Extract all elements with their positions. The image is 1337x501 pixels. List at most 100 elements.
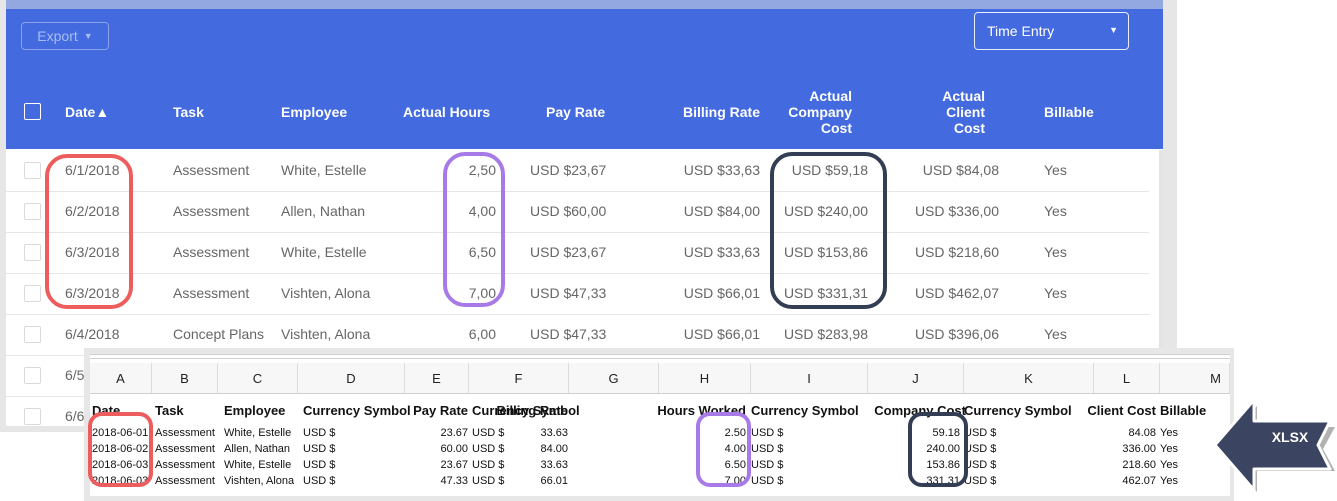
sheet-cell[interactable]: Yes: [1160, 443, 1178, 455]
sheet-cell[interactable]: USD $: [303, 443, 335, 455]
row-checkbox[interactable]: [24, 203, 41, 220]
sheet-cell[interactable]: USD $: [303, 459, 335, 471]
row-checkbox[interactable]: [24, 244, 41, 261]
sheet-header-cell[interactable]: Client Cost: [1087, 403, 1156, 418]
entry-type-value: Time Entry: [987, 23, 1055, 39]
column-letter-d[interactable]: D: [298, 363, 405, 393]
sheet-cell[interactable]: Assessment: [155, 443, 215, 455]
sheet-cell[interactable]: Vishten, Alona: [224, 475, 294, 487]
sheet-cell[interactable]: USD $: [964, 459, 996, 471]
sheet-cell[interactable]: 33.63: [540, 459, 568, 471]
row-checkbox[interactable]: [24, 326, 41, 343]
sheet-cell[interactable]: Yes: [1160, 459, 1178, 471]
row-checkbox[interactable]: [24, 408, 41, 425]
sheet-header-cell[interactable]: Currency Symbol: [964, 403, 1072, 418]
sheet-cell[interactable]: Yes: [1160, 475, 1178, 487]
sheet-header-cell[interactable]: Currency Symbol: [751, 403, 859, 418]
column-letter-m[interactable]: M: [1160, 363, 1230, 393]
sheet-cell[interactable]: 33.63: [540, 427, 568, 439]
sheet-cell[interactable]: USD $: [751, 459, 783, 471]
column-letter-k[interactable]: K: [964, 363, 1094, 393]
column-letter-header: ABCDEFGHIJKLM: [90, 363, 1230, 394]
sheet-cell[interactable]: 66.01: [540, 475, 568, 487]
table-header-bar: Export ▼ Time Entry ▼ Date▲ Task Employe…: [6, 9, 1163, 149]
column-letter-e[interactable]: E: [405, 363, 469, 393]
row-checkbox[interactable]: [24, 162, 41, 179]
sheet-cell[interactable]: USD $: [303, 475, 335, 487]
sheet-cell[interactable]: 84.08: [1128, 427, 1156, 439]
sheet-cell[interactable]: Assessment: [155, 459, 215, 471]
row-checkbox[interactable]: [24, 285, 41, 302]
sheet-cell[interactable]: 47.33: [440, 475, 468, 487]
column-header-actual-hours[interactable]: Actual Hours: [403, 104, 490, 120]
sheet-cell[interactable]: USD $: [472, 443, 504, 455]
sheet-cell[interactable]: Yes: [1160, 427, 1178, 439]
column-letter-b[interactable]: B: [152, 363, 218, 393]
sheet-cell[interactable]: USD $: [751, 443, 783, 455]
sheet-cell[interactable]: USD $: [472, 427, 504, 439]
table-row[interactable]: 6/3/2018 Assessment White, Estelle 6,50 USD …: [6, 232, 1149, 274]
sheet-header-cell[interactable]: Billing Rate: [496, 403, 568, 418]
column-header-client-cost[interactable]: Actual Client Cost: [916, 88, 985, 136]
sheet-cell[interactable]: 336.00: [1122, 443, 1156, 455]
cell-task: Assessment: [173, 203, 250, 219]
column-letter-l[interactable]: L: [1094, 363, 1160, 393]
sheet-cell[interactable]: USD $: [751, 427, 783, 439]
column-header-company-cost[interactable]: Actual Company Cost: [776, 88, 852, 136]
sheet-cell[interactable]: 84.00: [540, 443, 568, 455]
sheet-cell[interactable]: USD $: [751, 475, 783, 487]
sheet-cell[interactable]: 60.00: [440, 443, 468, 455]
sheet-header-cell[interactable]: Employee: [224, 403, 285, 418]
sheet-cell[interactable]: Allen, Nathan: [224, 443, 290, 455]
column-header-task[interactable]: Task: [173, 104, 204, 120]
sheet-cell[interactable]: USD $: [964, 443, 996, 455]
header-line: Cost: [953, 120, 985, 136]
sheet-cell[interactable]: 23.67: [440, 459, 468, 471]
column-letter-f[interactable]: F: [469, 363, 569, 393]
table-row[interactable]: 6/1/2018 Assessment White, Estelle 2,50 USD …: [6, 150, 1149, 192]
select-all-checkbox[interactable]: [24, 103, 41, 120]
sheet-header-cell[interactable]: Pay Rate: [413, 403, 468, 418]
header-line: Cost: [820, 120, 852, 136]
sheet-cell[interactable]: USD $: [964, 475, 996, 487]
column-letter-c[interactable]: C: [218, 363, 298, 393]
column-letter-g[interactable]: G: [569, 363, 659, 393]
cell-billable: Yes: [1044, 244, 1067, 260]
vertical-scrollbar[interactable]: [1159, 150, 1163, 358]
row-checkbox[interactable]: [24, 367, 41, 384]
header-line: Actual: [942, 88, 985, 104]
cell-task: Assessment: [173, 162, 250, 178]
sheet-cell[interactable]: 23.67: [440, 427, 468, 439]
cell-billing-rate: USD $66,01: [683, 285, 760, 301]
column-header-date[interactable]: Date▲: [65, 104, 109, 120]
column-header-pay-rate[interactable]: Pay Rate: [546, 104, 605, 120]
table-row[interactable]: 6/3/2018 Assessment Vishten, Alona 7,00 USD …: [6, 273, 1149, 315]
sheet-cell[interactable]: White, Estelle: [224, 427, 291, 439]
table-row[interactable]: 6/2/2018 Assessment Allen, Nathan 4,00 USD $…: [6, 191, 1149, 233]
sheet-cell[interactable]: Assessment: [155, 475, 215, 487]
cell-billable: Yes: [1044, 203, 1067, 219]
column-letter-i[interactable]: I: [751, 363, 868, 393]
column-header-billable[interactable]: Billable: [1044, 104, 1094, 120]
export-button[interactable]: Export ▼: [21, 22, 109, 50]
sheet-cell[interactable]: White, Estelle: [224, 459, 291, 471]
date-highlight-ring: [45, 154, 133, 309]
sheet-cell[interactable]: USD $: [472, 475, 504, 487]
sheet-cell[interactable]: USD $: [472, 459, 504, 471]
column-letter-h[interactable]: H: [659, 363, 751, 393]
sheet-cell[interactable]: USD $: [303, 427, 335, 439]
sheet-cell[interactable]: USD $: [964, 427, 996, 439]
column-header-billing-rate[interactable]: Billing Rate: [683, 104, 760, 120]
column-header-employee[interactable]: Employee: [281, 104, 347, 120]
sheet-header-cell[interactable]: Currency Symbol: [303, 403, 411, 418]
entry-type-select[interactable]: Time Entry ▼: [974, 12, 1129, 50]
column-letter-a[interactable]: A: [90, 363, 152, 393]
sheet-cell[interactable]: 462.07: [1122, 475, 1156, 487]
caret-down-icon: ▼: [83, 31, 93, 41]
sheet-header-cell[interactable]: Billable: [1160, 403, 1206, 418]
column-letter-j[interactable]: J: [868, 363, 964, 393]
cell-pay-rate: USD $23,67: [530, 244, 607, 260]
sheet-header-cell[interactable]: Task: [155, 403, 184, 418]
sheet-cell[interactable]: 218.60: [1122, 459, 1156, 471]
sheet-cell[interactable]: Assessment: [155, 427, 215, 439]
